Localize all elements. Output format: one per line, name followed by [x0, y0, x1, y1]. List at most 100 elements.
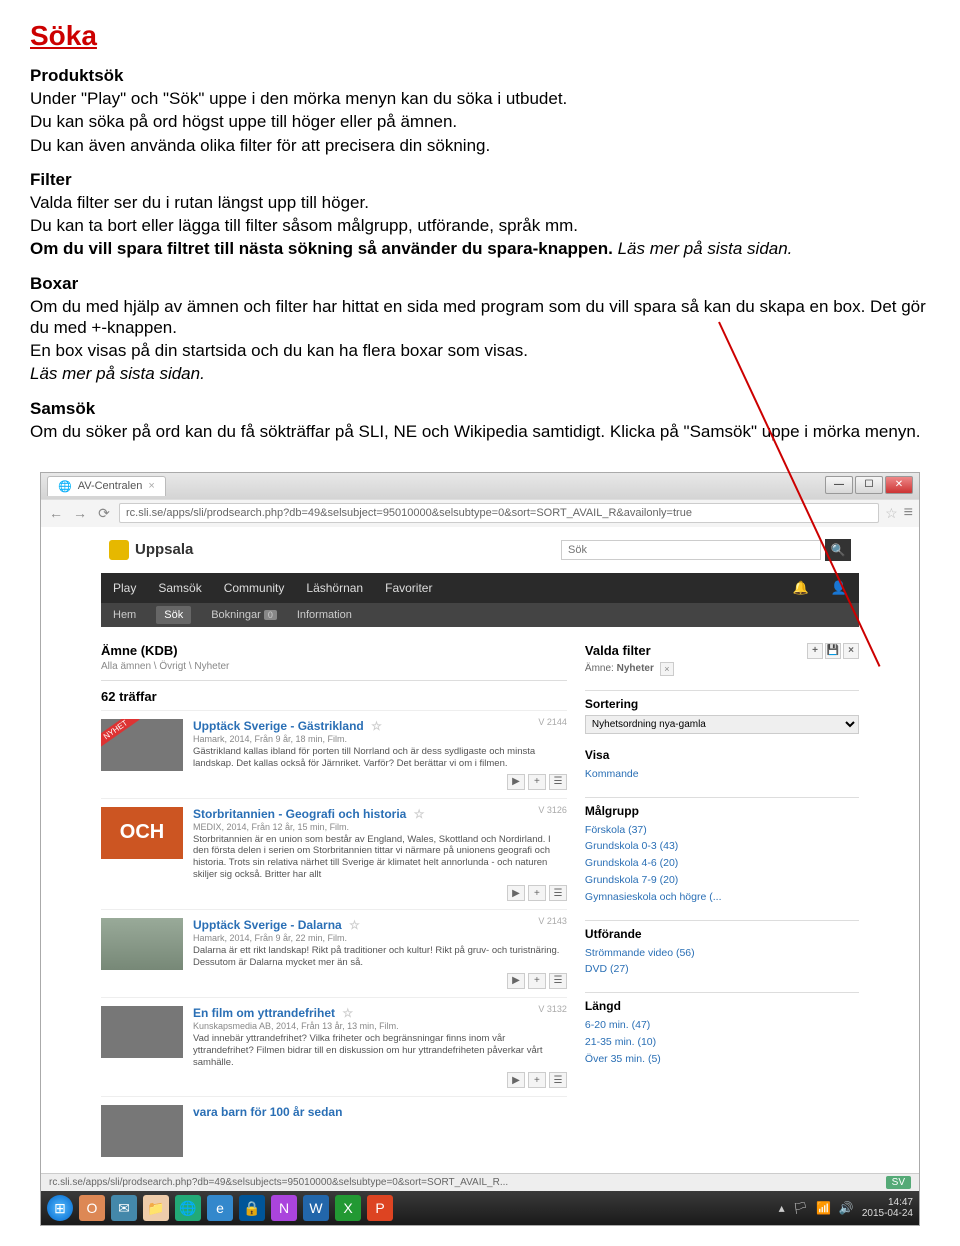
result-title[interactable]: Upptäck Sverige - Dalarna ☆ — [193, 918, 567, 932]
back-icon[interactable]: ← — [47, 504, 65, 522]
filter-option[interactable]: 6-20 min. (47) — [585, 1017, 859, 1034]
result-more-button[interactable]: ☰ — [549, 1072, 567, 1088]
result-thumb[interactable]: OCH — [101, 807, 183, 859]
tray-flag-icon[interactable]: 🏳 — [793, 1201, 808, 1215]
malgrupp-h: Målgrupp — [585, 804, 859, 818]
result-add-button[interactable]: + — [528, 973, 546, 989]
nav-samsok[interactable]: Samsök — [158, 581, 201, 595]
start-button[interactable]: ⊞ — [47, 1195, 73, 1221]
filter-option[interactable]: 21-35 min. (10) — [585, 1034, 859, 1051]
globe-icon: 🌐 — [58, 480, 72, 493]
tab-close-icon[interactable]: × — [148, 480, 154, 492]
result-thumb[interactable] — [101, 918, 183, 970]
fav-star-icon[interactable]: ☆ — [342, 1006, 353, 1020]
result-more-button[interactable]: ☰ — [549, 973, 567, 989]
nav-play[interactable]: Play — [113, 581, 136, 595]
nav-lashornan[interactable]: Läshörnan — [306, 581, 363, 595]
result-add-button[interactable]: + — [528, 1072, 546, 1088]
hits-count: 62 träffar — [101, 689, 567, 704]
filter-chip-remove[interactable]: × — [660, 662, 674, 676]
result-add-button[interactable]: + — [528, 774, 546, 790]
taskbar-app-icon[interactable]: P — [367, 1195, 393, 1221]
visa-option[interactable]: Kommande — [585, 766, 859, 783]
text: En box visas på din startsida och du kan… — [30, 340, 930, 361]
result-id: V 3126 — [538, 805, 567, 815]
tray-up-icon[interactable]: ▴ — [779, 1201, 785, 1215]
result-play-button[interactable]: ▶ — [507, 885, 525, 901]
taskbar-app-icon[interactable]: 📁 — [143, 1195, 169, 1221]
subnav-bokningar[interactable]: Bokningar 0 — [211, 609, 277, 621]
taskbar-app-icon[interactable]: ✉ — [111, 1195, 137, 1221]
result-id: V 2144 — [538, 717, 567, 727]
result-thumb[interactable] — [101, 1105, 183, 1157]
result-row-partial: vara barn för 100 år sedan — [101, 1096, 567, 1165]
browser-tab[interactable]: 🌐 AV-Centralen × — [47, 476, 166, 496]
bell-icon[interactable]: 🔔 — [793, 580, 809, 596]
bookmark-star-icon[interactable]: ☆ — [885, 505, 898, 522]
reload-icon[interactable]: ⟳ — [95, 504, 113, 522]
text-bold: Om du vill spara filtret till nästa sökn… — [30, 239, 613, 258]
fav-star-icon[interactable]: ☆ — [349, 918, 360, 932]
taskbar-app-icon[interactable]: 🔒 — [239, 1195, 265, 1221]
window-minimize-button[interactable]: — — [825, 476, 853, 494]
filter-option[interactable]: Grundskola 4-6 (20) — [585, 855, 859, 872]
filter-clear-button[interactable]: × — [843, 643, 859, 659]
taskbar-app-icon[interactable]: e — [207, 1195, 233, 1221]
result-more-button[interactable]: ☰ — [549, 885, 567, 901]
taskbar-app-icon[interactable]: W — [303, 1195, 329, 1221]
subnav-hem[interactable]: Hem — [113, 609, 136, 621]
filter-option[interactable]: Över 35 min. (5) — [585, 1051, 859, 1068]
taskbar-app-icon[interactable]: 🌐 — [175, 1195, 201, 1221]
filter-chip: Ämne: Nyheter × — [585, 662, 859, 676]
result-title[interactable]: Upptäck Sverige - Gästrikland ☆ — [193, 719, 567, 733]
filter-option[interactable]: Gymnasieskola och högre (... — [585, 889, 859, 906]
filter-save-button[interactable]: 💾 — [825, 643, 841, 659]
filter-option[interactable]: Grundskola 7-9 (20) — [585, 872, 859, 889]
result-play-button[interactable]: ▶ — [507, 973, 525, 989]
result-title[interactable]: Storbritannien - Geografi och historia ☆ — [193, 807, 567, 821]
url-field[interactable]: rc.sli.se/apps/sli/prodsearch.php?db=49&… — [119, 503, 879, 523]
nav-community[interactable]: Community — [224, 581, 285, 595]
filter-option[interactable]: Grundskola 0-3 (43) — [585, 838, 859, 855]
subnav-information[interactable]: Information — [297, 609, 352, 621]
result-row: OCH Storbritannien - Geografi och histori… — [101, 798, 567, 910]
result-thumb[interactable] — [101, 1006, 183, 1058]
window-close-button[interactable]: ✕ — [885, 476, 913, 494]
result-row: En film om yttrandefrihet ☆Kunskapsmedia… — [101, 997, 567, 1097]
fav-star-icon[interactable]: ☆ — [414, 807, 425, 821]
result-play-button[interactable]: ▶ — [507, 1072, 525, 1088]
tray-vol-icon[interactable]: 🔊 — [839, 1201, 854, 1215]
text: Om du vill spara filtret till nästa sökn… — [30, 238, 930, 259]
result-play-button[interactable]: ▶ — [507, 774, 525, 790]
result-add-button[interactable]: + — [528, 885, 546, 901]
taskbar-app-icon[interactable]: O — [79, 1195, 105, 1221]
filter-option[interactable]: DVD (27) — [585, 961, 859, 978]
breadcrumb[interactable]: Alla ämnen \ Övrigt \ Nyheter — [101, 661, 567, 672]
nav-favoriter[interactable]: Favoriter — [385, 581, 432, 595]
tray-net-icon[interactable]: 📶 — [816, 1201, 831, 1215]
result-more-button[interactable]: ☰ — [549, 774, 567, 790]
result-thumb[interactable]: NYHET — [101, 719, 183, 771]
result-meta: Hamark, 2014, Från 9 år, 22 min, Film. — [193, 933, 567, 943]
menu-icon[interactable]: ≡ — [904, 504, 913, 522]
text-italic: Läs mer på sista sidan. — [30, 363, 930, 384]
visa-h: Visa — [585, 748, 859, 762]
result-title[interactable]: vara barn för 100 år sedan — [193, 1105, 567, 1119]
taskbar-clock[interactable]: 14:47 2015-04-24 — [862, 1197, 913, 1219]
search-input[interactable] — [561, 540, 821, 560]
subnav-sok[interactable]: Sök — [156, 606, 191, 624]
result-meta: Hamark, 2014, Från 9 år, 18 min, Film. — [193, 734, 567, 744]
filter-option[interactable]: Strömmande video (56) — [585, 945, 859, 962]
status-url: rc.sli.se/apps/sli/prodsearch.php?db=49&… — [49, 1177, 508, 1188]
fav-star-icon[interactable]: ☆ — [371, 719, 382, 733]
sort-select[interactable]: Nyhetsordning nya-gamla — [585, 715, 859, 734]
forward-icon[interactable]: → — [71, 504, 89, 522]
filter-add-button[interactable]: + — [807, 643, 823, 659]
taskbar-app-icon[interactable]: N — [271, 1195, 297, 1221]
langd-h: Längd — [585, 999, 859, 1013]
window-maximize-button[interactable]: ☐ — [855, 476, 883, 494]
site-logo[interactable]: Uppsala — [109, 540, 193, 560]
filter-option[interactable]: Förskola (37) — [585, 822, 859, 839]
taskbar-app-icon[interactable]: X — [335, 1195, 361, 1221]
result-title[interactable]: En film om yttrandefrihet ☆ — [193, 1006, 567, 1020]
